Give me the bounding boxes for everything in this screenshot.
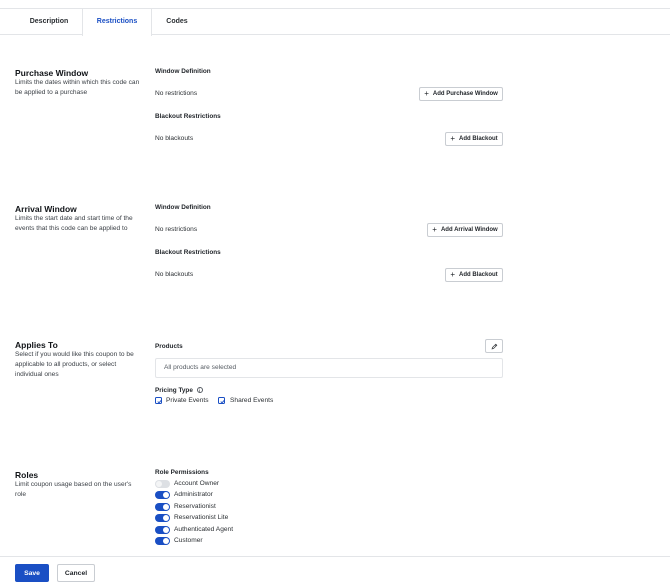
plus-icon: +: [424, 89, 429, 98]
toggle-reservationist-lite[interactable]: [155, 514, 170, 522]
private-events-label: Private Events: [166, 397, 209, 404]
cancel-button[interactable]: Cancel: [57, 564, 95, 582]
info-icon[interactable]: i: [196, 387, 203, 394]
roles-description: Limit coupon usage based on the user's r…: [15, 481, 132, 499]
plus-icon: +: [432, 225, 437, 234]
plus-icon: +: [450, 270, 455, 279]
purchase-window-title: Purchase Window: [15, 68, 89, 78]
shared-events-checkbox[interactable]: [218, 397, 225, 404]
toggle-knob: [163, 538, 169, 544]
role-label-administrator: Administrator: [174, 491, 213, 498]
footer-bar: [0, 556, 670, 587]
tab-bar: Description Restrictions Codes: [0, 9, 670, 36]
tab-codes[interactable]: Codes: [152, 9, 202, 35]
role-label-reservationist-lite: Reservationist Lite: [174, 514, 229, 521]
roles-title: Roles: [15, 470, 39, 480]
toggle-customer[interactable]: [155, 537, 170, 545]
pencil-icon: [491, 343, 497, 349]
arrival-blackout-label: Blackout Restrictions: [155, 249, 221, 256]
role-label-authenticated-agent: Authenticated Agent: [174, 526, 234, 533]
save-button[interactable]: Save: [15, 564, 49, 582]
plus-icon: +: [450, 134, 455, 143]
arrival-blackout-value: No blackouts: [155, 271, 194, 278]
private-events-checkbox[interactable]: [155, 397, 162, 404]
products-field[interactable]: All products are selected: [155, 358, 503, 378]
purchase-blackout-value: No blackouts: [155, 135, 194, 142]
pricing-type-text: Pricing Type: [155, 387, 193, 394]
tab-restrictions[interactable]: Restrictions: [82, 9, 152, 36]
applies-to-title: Applies To: [15, 340, 58, 350]
purchase-window-description: Limits the dates within which this code …: [15, 79, 140, 97]
edit-products-button[interactable]: [485, 339, 503, 353]
add-purchase-blackout-button[interactable]: + Add Blackout: [445, 132, 503, 146]
toggle-knob: [163, 504, 169, 510]
pricing-type-label: Pricing Type i: [155, 387, 203, 394]
toggle-knob: [163, 492, 169, 498]
toggle-knob: [163, 527, 169, 533]
arrival-window-title: Arrival Window: [15, 204, 77, 214]
toggle-administrator[interactable]: [155, 491, 170, 499]
add-arrival-window-button[interactable]: + Add Arrival Window: [427, 223, 503, 237]
applies-to-description: Select if you would like this coupon to …: [15, 351, 134, 379]
arrival-window-description: Limits the start date and start time of …: [15, 215, 133, 233]
checkmark-icon: [156, 399, 162, 404]
add-purchase-window-label: Add Purchase Window: [432, 91, 498, 97]
shared-events-label: Shared Events: [230, 397, 274, 404]
toggle-knob: [163, 515, 169, 521]
add-blackout-label: Add Blackout: [459, 136, 498, 142]
purchase-blackout-label: Blackout Restrictions: [155, 113, 221, 120]
purchase-window-value: No restrictions: [155, 90, 198, 97]
products-label: Products: [155, 343, 183, 350]
role-permissions-label: Role Permissions: [155, 469, 209, 476]
role-label-reservationist: Reservationist: [174, 503, 216, 510]
checkmark-icon: [219, 399, 225, 404]
toggle-authenticated-agent[interactable]: [155, 526, 170, 534]
tab-description[interactable]: Description: [13, 9, 85, 35]
add-purchase-window-button[interactable]: + Add Purchase Window: [419, 87, 503, 101]
purchase-window-definition-label: Window Definition: [155, 68, 211, 75]
add-arrival-window-label: Add Arrival Window: [440, 227, 498, 233]
role-label-customer: Customer: [174, 537, 203, 544]
toggle-account-owner[interactable]: [155, 480, 170, 488]
add-arrival-blackout-button[interactable]: + Add Blackout: [445, 268, 503, 282]
toggle-knob: [156, 481, 162, 487]
toggle-reservationist[interactable]: [155, 503, 170, 511]
add-blackout-label: Add Blackout: [459, 272, 498, 278]
arrival-window-definition-label: Window Definition: [155, 204, 211, 211]
arrival-window-value: No restrictions: [155, 226, 198, 233]
role-label-account-owner: Account Owner: [174, 480, 220, 487]
